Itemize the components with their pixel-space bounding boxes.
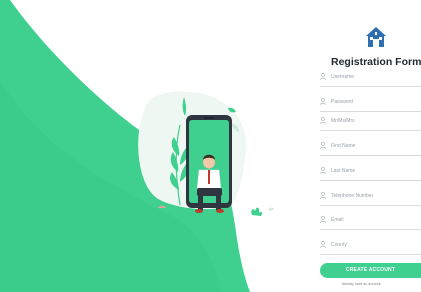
house-logo-icon [366,27,386,47]
first-name-input[interactable] [331,140,421,152]
user-icon [320,192,326,199]
county-field [320,239,421,255]
user-icon [320,117,326,124]
user-icon [320,73,326,80]
shrub-icon [251,207,263,216]
username-field [320,71,421,87]
last-name-field [320,165,421,181]
user-icon [320,216,326,223]
user-icon [320,167,326,174]
user-icon [320,98,326,105]
user-icon [320,241,326,248]
email-field [320,214,421,230]
leaf-icon [268,207,274,211]
create-account-button[interactable]: CREATE ACCOUNT [320,263,421,278]
first-name-field [320,140,421,156]
title-field [320,115,421,131]
telephone-input[interactable] [331,190,421,202]
signin-link[interactable]: Already have an account [342,282,381,286]
form-title: Registration Form [331,56,421,68]
email-input[interactable] [331,214,421,226]
registration-form: Registration Form Username Mr/Ms/Mrs Fir… [312,0,421,292]
illustration-pane [0,0,300,292]
registration-page: Registration Form Username Mr/Ms/Mrs Fir… [0,0,421,292]
last-name-input[interactable] [331,165,421,177]
password-input[interactable] [331,96,421,108]
username-input[interactable] [331,71,421,83]
illustration [0,0,274,292]
county-input[interactable] [331,239,421,251]
telephone-field [320,190,421,206]
title-input[interactable] [331,115,421,127]
user-icon [320,142,326,149]
password-field [320,96,421,112]
